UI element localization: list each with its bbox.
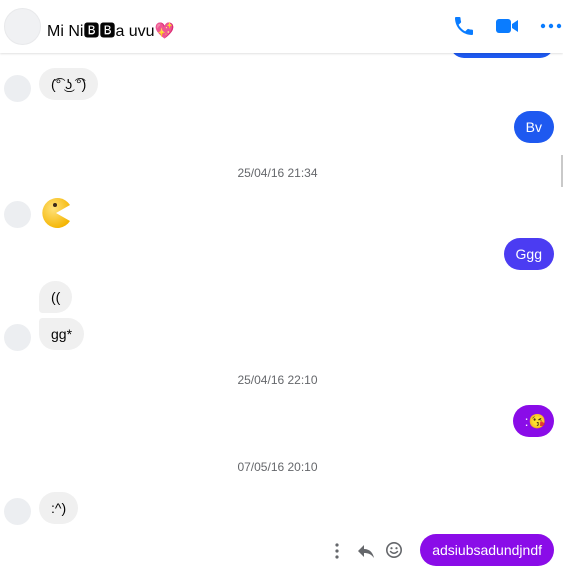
message-bubble-incoming[interactable]: ((: [39, 281, 73, 313]
more-options-icon[interactable]: [538, 14, 563, 38]
more-icon[interactable]: [330, 541, 344, 561]
contact-avatar-small[interactable]: [4, 201, 31, 228]
contact-avatar[interactable]: [4, 8, 41, 45]
message-bubble-outgoing[interactable]: Ggg: [503, 238, 554, 270]
message-bubble-outgoing[interactable]: Bv: [513, 111, 554, 143]
message-bubble-incoming[interactable]: gg*: [39, 318, 85, 350]
contact-avatar-small[interactable]: [4, 498, 31, 525]
react-emoji-icon[interactable]: [385, 541, 403, 559]
phone-icon[interactable]: [451, 14, 477, 38]
timestamp: 25/04/16 21:34: [237, 166, 318, 180]
message-bubble-outgoing[interactable]: :😘: [512, 405, 554, 437]
timestamp: 25/04/16 22:10: [237, 373, 318, 387]
message-actions: [330, 541, 404, 561]
chat-header: Mi Ni🅱🅱a uvu💖: [0, 0, 563, 53]
reply-icon[interactable]: [356, 542, 376, 560]
message-bubble-incoming[interactable]: (͡° ͜ʖ ͡°): [39, 68, 99, 100]
contact-name[interactable]: Mi Ni🅱🅱a uvu💖: [47, 17, 175, 41]
video-icon[interactable]: [494, 14, 520, 38]
contact-avatar-small[interactable]: [4, 324, 31, 351]
message-bubble-outgoing[interactable]: adsiubsadundjndf: [420, 534, 554, 566]
contact-avatar-small[interactable]: [4, 75, 31, 102]
pacman-icon[interactable]: [39, 196, 73, 230]
timestamp: 07/05/16 20:10: [237, 460, 318, 474]
message-bubble-incoming[interactable]: :^): [39, 492, 79, 524]
